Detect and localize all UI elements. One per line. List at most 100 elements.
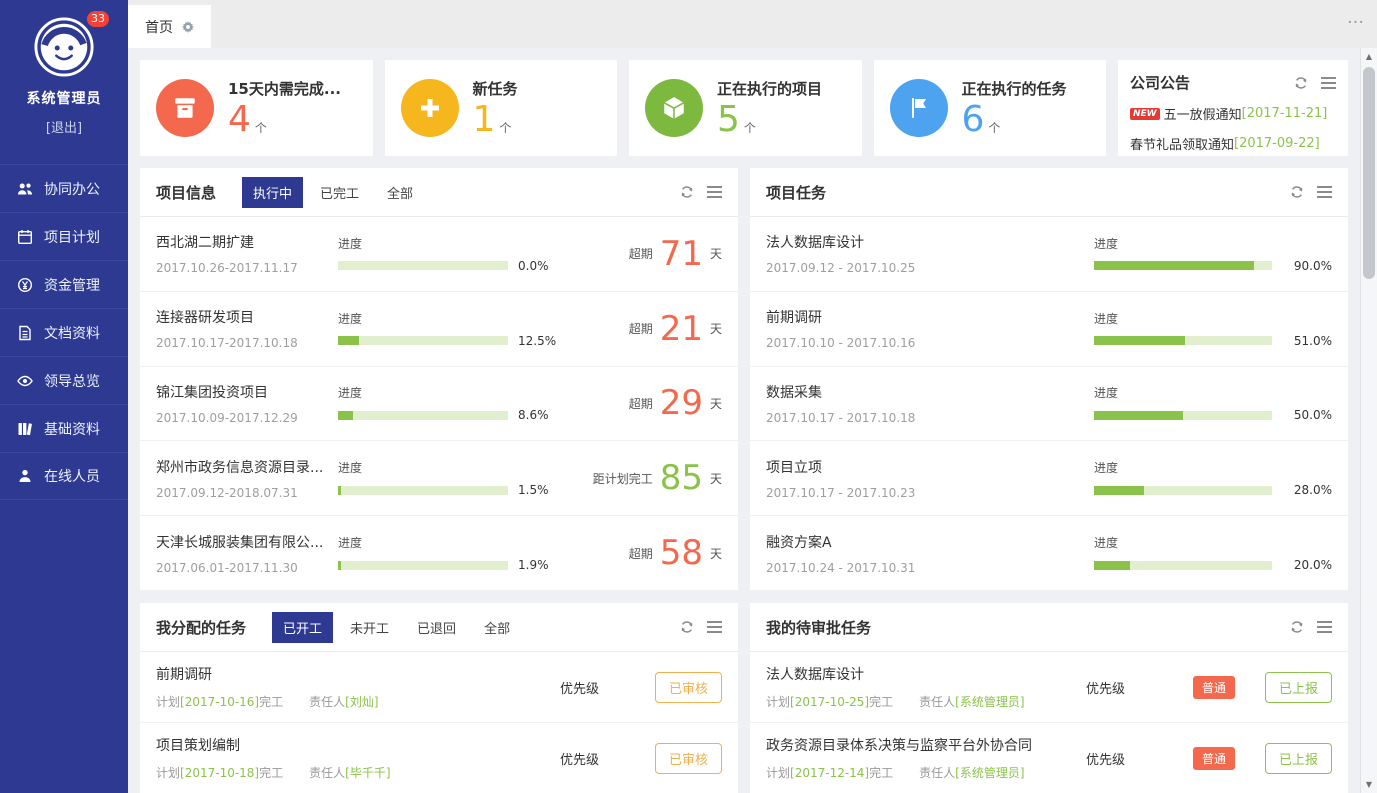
stat-label: 正在执行的任务 <box>962 78 1067 99</box>
reviewed-button[interactable]: 已审核 <box>655 743 722 774</box>
progress-bar <box>1094 561 1272 570</box>
reviewed-button[interactable]: 已审核 <box>655 672 722 703</box>
plan-date: 计划[2017-12-14]完工 <box>766 764 893 781</box>
refresh-icon[interactable] <box>680 620 694 634</box>
due-status-label: 超期 <box>629 320 653 337</box>
refresh-icon[interactable] <box>1294 76 1308 90</box>
tab-returned[interactable]: 已退回 <box>406 612 467 643</box>
approval-task-row[interactable]: 政务资源目录体系决策与监察平台外协合同 计划[2017-12-14]完工 责任人… <box>750 723 1348 793</box>
progress-percent: 50.0% <box>1294 408 1332 422</box>
announcement-item[interactable]: 春节礼品领取通知 [2017-09-22] <box>1130 134 1336 153</box>
scroll-up-arrow[interactable]: ▲ <box>1361 48 1377 65</box>
refresh-icon[interactable] <box>680 185 694 199</box>
avatar[interactable]: 33 <box>33 16 95 78</box>
project-row[interactable]: 郑州市政务信息资源目录... 2017.09.12-2018.07.31 进度 … <box>140 441 738 516</box>
sidebar-item-label: 资金管理 <box>44 275 100 295</box>
progress-percent: 90.0% <box>1294 259 1332 273</box>
assigned-tasks-list: 前期调研 计划[2017-10-16]完工 责任人[刘灿] 优先级 已审核 <box>140 652 738 793</box>
tab-started[interactable]: 已开工 <box>272 612 333 643</box>
sidebar-item-funds[interactable]: 资金管理 <box>0 260 128 308</box>
refresh-icon[interactable] <box>1290 185 1304 199</box>
sidebar-item-label: 项目计划 <box>44 227 100 247</box>
menu-icon[interactable] <box>1321 77 1336 89</box>
task-row[interactable]: 项目立项 2017.10.17 - 2017.10.23 进度 28.0% <box>750 441 1348 516</box>
progress-bar <box>1094 486 1272 495</box>
progress-label: 进度 <box>1094 459 1332 476</box>
progress-bar <box>338 336 508 345</box>
task-row[interactable]: 融资方案A 2017.10.24 - 2017.10.31 进度 20.0% <box>750 516 1348 591</box>
task-row[interactable]: 前期调研 2017.10.10 - 2017.10.16 进度 51.0% <box>750 292 1348 367</box>
tab-executing[interactable]: 执行中 <box>242 177 303 208</box>
announcement-date: [2017-11-21] <box>1242 106 1328 121</box>
owner: 责任人[毕千千] <box>309 764 390 781</box>
progress-label: 进度 <box>338 534 549 551</box>
stat-value: 4 <box>228 103 251 137</box>
scrollbar-thumb[interactable] <box>1363 67 1375 279</box>
sidebar-item-base-data[interactable]: 基础资料 <box>0 404 128 452</box>
announcement-item[interactable]: NEW 五一放假通知 [2017-11-21] <box>1130 104 1336 123</box>
stat-info: 15天内需完成... 4 个 <box>228 78 341 137</box>
submitted-button[interactable]: 已上报 <box>1265 672 1332 703</box>
scroll-down-arrow[interactable]: ▼ <box>1361 776 1377 793</box>
sidebar-item-label: 文档资料 <box>44 323 100 343</box>
project-tasks-panel: 项目任务 法人数据库设计 2017.09.12 - 201 <box>750 168 1348 591</box>
gear-icon[interactable] <box>182 21 194 33</box>
stat-card-due-soon[interactable]: 15天内需完成... 4 个 <box>140 60 373 156</box>
new-badge: NEW <box>1130 108 1160 120</box>
stat-card-active-tasks[interactable]: 正在执行的任务 6 个 <box>874 60 1107 156</box>
online-users-icon <box>17 468 33 484</box>
notification-badge: 33 <box>87 11 109 27</box>
approval-task-row[interactable]: 法人数据库设计 计划[2017-10-25]完工 责任人[系统管理员] 优先级 … <box>750 652 1348 723</box>
tab-all[interactable]: 全部 <box>376 177 424 208</box>
tab-completed[interactable]: 已完工 <box>309 177 370 208</box>
collaboration-icon <box>17 181 33 197</box>
menu-icon[interactable] <box>707 621 722 633</box>
base-data-icon <box>17 421 33 437</box>
progress-bar <box>338 561 508 570</box>
more-menu-icon[interactable]: … <box>1347 8 1365 28</box>
tab-all[interactable]: 全部 <box>473 612 521 643</box>
assigned-task-row[interactable]: 项目策划编制 计划[2017-10-18]完工 责任人[毕千千] 优先级 已审核 <box>140 723 738 793</box>
sidebar-item-online-users[interactable]: 在线人员 <box>0 452 128 500</box>
menu-icon[interactable] <box>1317 186 1332 198</box>
priority-label: 优先级 <box>1086 749 1125 768</box>
stat-card-new-tasks[interactable]: 新任务 1 个 <box>385 60 618 156</box>
project-row[interactable]: 锦江集团投资项目 2017.10.09-2017.12.29 进度 8.6% <box>140 367 738 442</box>
task-dates: 2017.10.17 - 2017.10.18 <box>766 411 948 425</box>
sidebar-item-project-plan[interactable]: 项目计划 <box>0 212 128 260</box>
stat-info: 正在执行的任务 6 个 <box>962 78 1067 137</box>
tab-not-started[interactable]: 未开工 <box>339 612 400 643</box>
progress-percent: 51.0% <box>1294 334 1332 348</box>
project-row[interactable]: 天津长城服装集团有限公... 2017.06.01-2017.11.30 进度 … <box>140 516 738 591</box>
submitted-button[interactable]: 已上报 <box>1265 743 1332 774</box>
logout-link[interactable]: [退出] <box>0 117 128 136</box>
refresh-icon[interactable] <box>1290 620 1304 634</box>
funds-icon <box>17 277 33 293</box>
sidebar-menu: 协同办公 项目计划 资金管理 文档资料 领导总览 <box>0 164 128 500</box>
sidebar-item-label: 基础资料 <box>44 419 100 439</box>
vertical-scrollbar[interactable]: ▲ ▼ <box>1360 48 1377 793</box>
task-dates: 2017.10.24 - 2017.10.31 <box>766 561 948 575</box>
stat-card-active-projects[interactable]: 正在执行的项目 5 个 <box>629 60 862 156</box>
stat-label: 15天内需完成... <box>228 78 341 99</box>
plan-date: 计划[2017-10-25]完工 <box>766 693 893 710</box>
progress-percent: 8.6% <box>518 408 549 422</box>
project-row[interactable]: 西北湖二期扩建 2017.10.26-2017.11.17 进度 0.0% <box>140 217 738 292</box>
assigned-tasks-tabs: 已开工 未开工 已退回 全部 <box>272 612 521 643</box>
task-row[interactable]: 法人数据库设计 2017.09.12 - 2017.10.25 进度 90.0% <box>750 217 1348 292</box>
project-info-tabs: 执行中 已完工 全部 <box>242 177 424 208</box>
sidebar-item-overview[interactable]: 领导总览 <box>0 356 128 404</box>
due-days: 85 <box>660 461 703 495</box>
task-name: 数据采集 <box>766 382 948 402</box>
task-name: 项目立项 <box>766 457 948 477</box>
menu-icon[interactable] <box>1317 621 1332 633</box>
progress-percent: 28.0% <box>1294 483 1332 497</box>
task-row[interactable]: 数据采集 2017.10.17 - 2017.10.18 进度 50.0% <box>750 367 1348 442</box>
assigned-task-row[interactable]: 前期调研 计划[2017-10-16]完工 责任人[刘灿] 优先级 已审核 <box>140 652 738 723</box>
project-row[interactable]: 连接器研发项目 2017.10.17-2017.10.18 进度 12.5% <box>140 292 738 367</box>
sidebar-item-documents[interactable]: 文档资料 <box>0 308 128 356</box>
sidebar-item-collaboration[interactable]: 协同办公 <box>0 164 128 212</box>
menu-icon[interactable] <box>707 186 722 198</box>
project-name: 连接器研发项目 <box>156 307 338 327</box>
tab-home[interactable]: 首页 <box>128 5 211 48</box>
